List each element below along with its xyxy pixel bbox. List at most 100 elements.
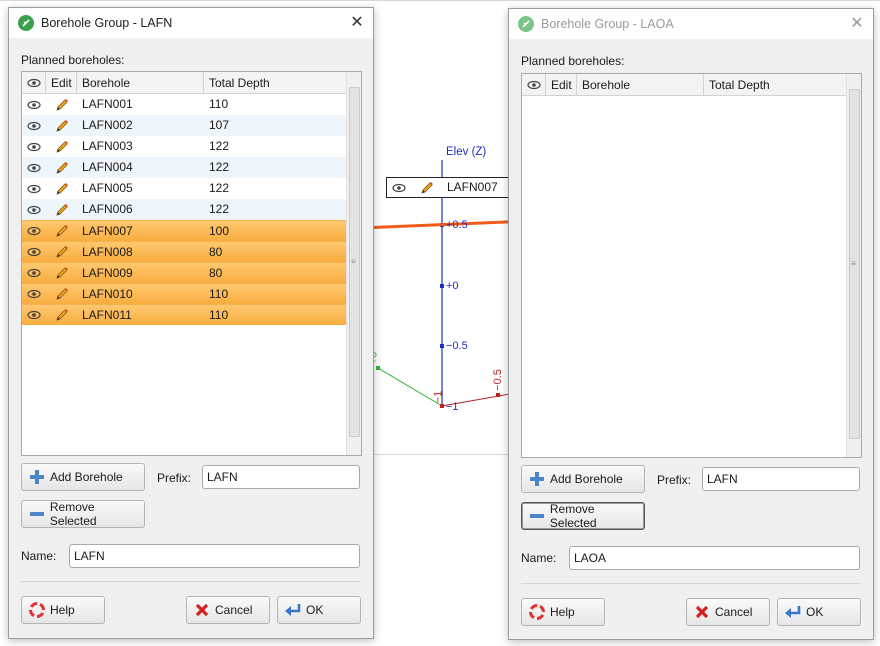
table-row[interactable]: LAFN001 110 bbox=[22, 94, 346, 115]
table-header: Edit Borehole Total Depth bbox=[522, 74, 846, 96]
close-icon[interactable]: ✕ bbox=[849, 16, 865, 32]
name-input[interactable]: LAOA bbox=[569, 546, 860, 570]
table-row[interactable]: LAFN005 122 bbox=[22, 178, 346, 199]
table-row[interactable]: LAFN007 100 bbox=[22, 220, 346, 241]
table-row[interactable]: LAFN009 80 bbox=[22, 262, 346, 283]
name-input[interactable]: LAFN bbox=[69, 544, 360, 568]
edit-column-header[interactable]: Edit bbox=[546, 74, 577, 96]
pencil-icon[interactable] bbox=[46, 307, 77, 323]
add-borehole-button[interactable]: Add Borehole bbox=[21, 463, 145, 491]
pencil-icon[interactable] bbox=[46, 181, 77, 197]
total-depth-cell: 110 bbox=[209, 97, 229, 111]
borehole-name-cell: LAFN009 bbox=[82, 265, 133, 280]
z-tick-label: +0.5 bbox=[446, 219, 468, 231]
ok-label: OK bbox=[806, 605, 824, 619]
ok-button[interactable]: OK bbox=[777, 598, 861, 626]
remove-selected-button[interactable]: Remove Selected bbox=[21, 500, 145, 528]
cancel-button[interactable]: Cancel bbox=[686, 598, 770, 626]
table-row[interactable]: LAFN010 110 bbox=[22, 283, 346, 304]
eye-icon[interactable] bbox=[22, 184, 46, 194]
boreholes-table[interactable]: Edit Borehole Total Depth LAFN001 110 LAFN… bbox=[21, 71, 362, 456]
dialog-title: Borehole Group - LAFN bbox=[41, 16, 173, 30]
table-row[interactable]: LAFN006 122 bbox=[22, 199, 346, 220]
pencil-icon[interactable] bbox=[46, 97, 77, 113]
eye-icon bbox=[387, 183, 411, 193]
vertical-scrollbar[interactable]: ≡ bbox=[846, 74, 861, 457]
z-axis-label: Elev (Z) bbox=[446, 146, 487, 158]
vertical-scrollbar[interactable]: ≡ bbox=[346, 72, 361, 455]
total-depth-column-header[interactable]: Total Depth bbox=[704, 74, 846, 96]
help-label: Help bbox=[550, 605, 575, 619]
pencil-icon[interactable] bbox=[46, 244, 77, 260]
planned-boreholes-label: Planned boreholes: bbox=[521, 54, 625, 68]
ok-button[interactable]: OK bbox=[277, 596, 361, 624]
eye-icon[interactable] bbox=[22, 121, 46, 131]
pencil-icon[interactable] bbox=[46, 202, 77, 218]
help-button[interactable]: Help bbox=[521, 598, 605, 626]
pencil-icon[interactable] bbox=[46, 265, 77, 281]
title-bar[interactable]: Borehole Group - LAFN ✕ bbox=[9, 8, 373, 38]
eye-icon[interactable] bbox=[22, 289, 46, 299]
prefix-label: Prefix: bbox=[657, 473, 692, 487]
table-row[interactable]: LAFN002 107 bbox=[22, 115, 346, 136]
total-depth-column-header[interactable]: Total Depth bbox=[204, 72, 346, 94]
dialog-title: Borehole Group - LAOA bbox=[541, 17, 674, 31]
borehole-column-header[interactable]: Borehole bbox=[77, 72, 204, 94]
prefix-input[interactable]: LAFN bbox=[202, 465, 360, 489]
eye-icon[interactable] bbox=[22, 310, 46, 320]
app-logo-icon bbox=[18, 15, 34, 31]
help-button[interactable]: Help bbox=[21, 596, 105, 624]
remove-selected-button[interactable]: Remove Selected bbox=[521, 502, 645, 530]
name-label: Name: bbox=[521, 551, 557, 565]
visibility-column-header[interactable] bbox=[522, 74, 546, 96]
divider bbox=[21, 581, 360, 582]
eye-icon[interactable] bbox=[22, 268, 46, 278]
table-row[interactable]: LAFN008 80 bbox=[22, 241, 346, 262]
eye-icon bbox=[26, 78, 41, 88]
pencil-icon[interactable] bbox=[46, 223, 77, 239]
pencil-icon[interactable] bbox=[46, 160, 77, 176]
enter-arrow-icon bbox=[784, 603, 802, 621]
enter-arrow-icon bbox=[284, 601, 302, 619]
eye-icon[interactable] bbox=[22, 163, 46, 173]
total-depth-cell: 80 bbox=[209, 265, 223, 280]
eye-icon[interactable] bbox=[22, 142, 46, 152]
edit-column-header[interactable]: Edit bbox=[46, 72, 77, 94]
close-icon[interactable]: ✕ bbox=[349, 15, 365, 31]
scrollbar-grip-icon: ≡ bbox=[851, 259, 856, 268]
borehole-name-cell: LAFN008 bbox=[82, 244, 133, 259]
minus-icon bbox=[28, 505, 46, 523]
boreholes-table[interactable]: Edit Borehole Total Depth ≡ bbox=[521, 73, 862, 458]
table-row[interactable]: LAFN004 122 bbox=[22, 157, 346, 178]
total-depth-cell: 100 bbox=[209, 223, 230, 238]
pencil-icon[interactable] bbox=[46, 118, 77, 134]
table-row[interactable]: LAFN011 110 bbox=[22, 304, 346, 325]
cancel-button[interactable]: Cancel bbox=[186, 596, 270, 624]
plus-icon bbox=[528, 470, 546, 488]
z-tick-label: −0.5 bbox=[446, 340, 468, 352]
add-borehole-button[interactable]: Add Borehole bbox=[521, 465, 645, 493]
borehole-column-header[interactable]: Borehole bbox=[577, 74, 704, 96]
prefix-label: Prefix: bbox=[157, 471, 192, 485]
borehole-group-dialog-lafn: Borehole Group - LAFN ✕ Planned borehole… bbox=[8, 7, 374, 639]
borehole-name-cell: LAFN004 bbox=[82, 160, 133, 174]
prefix-input[interactable]: LAFN bbox=[702, 467, 860, 491]
table-row[interactable]: LAFN003 122 bbox=[22, 136, 346, 157]
remove-selected-label: Remove Selected bbox=[49, 500, 97, 528]
cancel-label: Cancel bbox=[715, 605, 753, 619]
eye-icon[interactable] bbox=[22, 247, 46, 257]
title-bar[interactable]: Borehole Group - LAOA ✕ bbox=[509, 9, 873, 39]
pencil-icon[interactable] bbox=[46, 286, 77, 302]
app-logo-icon bbox=[518, 16, 534, 32]
borehole-name-cell: LAFN001 bbox=[82, 97, 133, 111]
eye-icon[interactable] bbox=[22, 100, 46, 110]
borehole-name-cell: LAFN010 bbox=[82, 286, 133, 301]
total-depth-cell: 122 bbox=[209, 202, 230, 216]
eye-icon[interactable] bbox=[22, 226, 46, 236]
visibility-column-header[interactable] bbox=[22, 72, 46, 94]
eye-icon[interactable] bbox=[22, 205, 46, 215]
table-header: Edit Borehole Total Depth bbox=[22, 72, 346, 94]
total-depth-cell: 122 bbox=[209, 139, 230, 153]
pencil-icon[interactable] bbox=[46, 139, 77, 155]
add-borehole-label: Add Borehole bbox=[50, 470, 123, 484]
